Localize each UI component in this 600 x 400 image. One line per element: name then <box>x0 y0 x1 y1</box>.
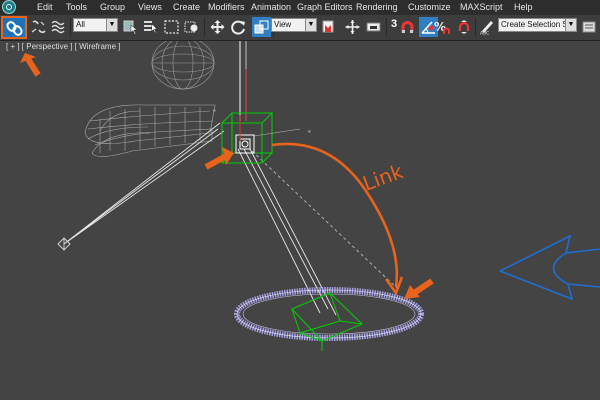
snaps-toggle-icon <box>401 21 414 33</box>
callout-arrow-pivot <box>204 147 234 170</box>
toolbar-separator <box>475 18 476 36</box>
target-marker: ∗ <box>307 129 311 135</box>
viewport-scene[interactable]: Link ∗ ∗ <box>0 41 600 400</box>
menu-bar: Edit Tools Group Views Create Modifiers … <box>0 0 600 16</box>
menu-customize[interactable]: Customize <box>408 1 451 14</box>
menu-create[interactable]: Create <box>173 1 200 14</box>
use-pivot-center-icon <box>322 20 334 33</box>
unlink-icon <box>31 20 46 34</box>
unlink-button[interactable] <box>29 17 48 37</box>
keyboard-shortcut-override-button[interactable] <box>364 17 383 37</box>
spinner-snap-button[interactable] <box>455 17 474 37</box>
menu-views[interactable]: Views <box>138 1 162 14</box>
spotlight-cone[interactable] <box>57 122 225 251</box>
link-annotation: Link <box>271 142 407 296</box>
reference-coordinate-system-dropdown[interactable]: View ▼ <box>271 18 317 32</box>
keyboard-shortcut-override-icon <box>366 22 381 32</box>
app-window: Edit Tools Group Views Create Modifiers … <box>0 0 600 400</box>
callout-arrow-ring <box>404 278 434 299</box>
named-selection-options-button[interactable] <box>580 17 599 37</box>
select-and-move-icon <box>210 20 225 34</box>
application-button-icon[interactable] <box>2 0 16 14</box>
toolbar-separator <box>204 18 205 36</box>
select-and-manipulate-icon <box>345 20 360 34</box>
menu-maxscript[interactable]: MAXScript <box>460 1 503 14</box>
select-by-name-icon <box>144 21 158 34</box>
link-annotation-text: Link <box>360 159 407 196</box>
snaps-toggle-dimension[interactable]: 3 <box>391 18 397 30</box>
bind-space-warp-button[interactable] <box>49 17 68 37</box>
menu-help[interactable]: Help <box>514 1 533 14</box>
edit-named-selection-sets-button[interactable]: ABC <box>478 17 497 37</box>
select-and-scale-button[interactable] <box>252 17 271 37</box>
toolbar-separator <box>70 18 71 36</box>
callout-arrow-link-button <box>20 53 41 77</box>
select-and-rotate-icon <box>231 20 245 35</box>
snaps-toggle-button[interactable] <box>398 17 417 37</box>
select-and-move-button[interactable] <box>208 17 227 37</box>
menu-graph-editors[interactable]: Graph Editors <box>297 1 353 14</box>
menu-animation[interactable]: Animation <box>251 1 291 14</box>
window-crossing-icon <box>184 21 198 33</box>
toolbar-separator <box>386 18 387 36</box>
named-selection-options-icon <box>582 21 596 33</box>
select-and-link-button[interactable] <box>1 16 27 39</box>
ring-bounding-box[interactable] <box>291 292 363 351</box>
selection-filter-value: All <box>76 20 85 29</box>
select-object-button[interactable] <box>121 17 140 37</box>
menu-modifiers[interactable]: Modifiers <box>208 1 245 14</box>
curved-wireframe-object[interactable] <box>84 104 216 157</box>
torus-object[interactable] <box>234 287 424 341</box>
named-selection-set-value: Create Selection Se <box>501 20 573 29</box>
spinner-snap-icon <box>458 20 470 34</box>
bind-space-warp-icon <box>51 20 65 34</box>
percent-snap-button[interactable]: % <box>432 17 451 37</box>
select-and-link-icon <box>6 21 23 36</box>
window-crossing-button[interactable] <box>182 17 201 37</box>
named-selection-set-dropdown[interactable]: Create Selection Se ▼ <box>498 18 577 32</box>
rectangular-selection-icon <box>164 20 179 34</box>
select-by-name-button[interactable] <box>141 17 160 37</box>
edit-named-selection-icon: ABC <box>480 21 493 36</box>
chevron-down-icon: ▼ <box>305 19 316 31</box>
menu-group[interactable]: Group <box>100 1 125 14</box>
reference-coordinate-system-value: View <box>274 20 292 29</box>
chevron-down-icon: ▼ <box>106 19 117 31</box>
svg-text:ABC: ABC <box>480 31 489 36</box>
select-object-icon <box>123 20 138 35</box>
menu-edit[interactable]: Edit <box>37 1 53 14</box>
viewport-label[interactable]: [ + ] [ Perspective ] [ Wireframe ] <box>6 42 120 51</box>
select-and-rotate-button[interactable] <box>229 17 248 37</box>
pivot-helper[interactable] <box>235 128 301 154</box>
pivot-marker: ∗ <box>212 108 216 114</box>
menu-rendering[interactable]: Rendering <box>356 1 398 14</box>
sphere-object[interactable] <box>151 41 215 90</box>
rectangular-selection-button[interactable] <box>162 17 181 37</box>
chevron-down-icon: ▼ <box>565 19 576 31</box>
select-and-scale-icon <box>254 20 269 34</box>
blue-arrow-object[interactable] <box>499 234 600 301</box>
selection-filter-dropdown[interactable]: All ▼ <box>73 18 118 32</box>
percent-snap-icon: % <box>434 20 450 34</box>
select-and-manipulate-button[interactable] <box>343 17 362 37</box>
menu-tools[interactable]: Tools <box>66 1 87 14</box>
main-toolbar: All ▼ View ▼ 3 % ABC Create Selection Se… <box>0 15 600 41</box>
use-pivot-center-button[interactable] <box>319 17 338 37</box>
perspective-viewport[interactable]: Link ∗ ∗ [ + ] [ Perspective ] [ Wirefra… <box>0 41 600 400</box>
